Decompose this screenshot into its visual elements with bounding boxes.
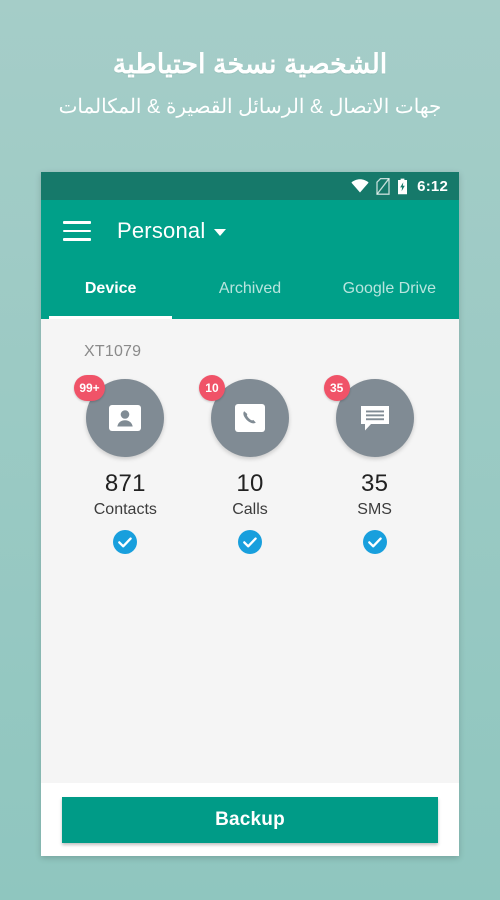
- backup-items-row: 99+ 871 Contacts 10 10 Calls 35 35 SMS: [41, 361, 459, 554]
- contacts-badge: 99+: [74, 375, 105, 401]
- tab-google-drive-label: Google Drive: [342, 279, 436, 297]
- calls-selected-check[interactable]: [237, 530, 262, 554]
- calls-count: 10: [236, 470, 264, 497]
- calls-badge: 10: [198, 375, 225, 401]
- checkmark-icon: [243, 536, 257, 547]
- tab-bar: Device Archived Google Drive: [41, 262, 459, 319]
- sms-selected-check[interactable]: [362, 530, 387, 554]
- promo-title: الشخصية نسخة احتياطية: [112, 49, 388, 79]
- backup-button[interactable]: Backup: [62, 796, 438, 843]
- backup-item-calls[interactable]: 10 10 Calls: [190, 375, 310, 554]
- contacts-circle-wrap: 99+: [74, 375, 165, 457]
- status-bar: 6:12: [41, 172, 459, 200]
- contacts-selected-check[interactable]: [113, 530, 138, 554]
- calls-label: Calls: [232, 501, 268, 518]
- content-area: XT1079 99+ 871 Contacts 10 10 Calls 35 3…: [41, 319, 459, 783]
- backup-item-contacts[interactable]: 99+ 871 Contacts: [65, 375, 185, 554]
- promo-subtitle: جهات الاتصال & الرسائل القصيرة & المكالم…: [58, 95, 442, 118]
- footer-bar: Backup: [41, 783, 459, 856]
- hamburger-menu-icon[interactable]: [63, 221, 91, 241]
- checkmark-icon: [118, 536, 133, 547]
- account-spinner[interactable]: Personal: [117, 218, 227, 244]
- app-bar: Personal: [41, 200, 459, 262]
- tab-device[interactable]: Device: [41, 262, 180, 319]
- contacts-label: Contacts: [93, 501, 157, 518]
- sms-circle-wrap: 35: [323, 375, 414, 457]
- backup-item-sms[interactable]: 35 35 SMS: [315, 375, 435, 554]
- wifi-icon: [351, 179, 369, 193]
- sms-count: 35: [360, 470, 389, 497]
- contacts-count: 871: [104, 470, 146, 497]
- device-model-name: XT1079: [84, 343, 142, 360]
- phone-icon: [234, 404, 265, 432]
- message-icon: [360, 406, 389, 431]
- status-bar-time: 6:12: [417, 177, 448, 195]
- contact-card-icon: [109, 405, 142, 431]
- sms-badge: 35: [323, 375, 350, 401]
- no-sim-icon: [376, 177, 390, 195]
- battery-charging-icon: [398, 178, 408, 194]
- phone-screenshot-card: 6:12 Personal Device Archived Google Dri…: [41, 172, 459, 856]
- sms-label: SMS: [357, 501, 392, 518]
- account-spinner-label: Personal: [117, 218, 206, 243]
- tab-google-drive[interactable]: Google Drive: [320, 262, 459, 319]
- promo-header: الشخصية نسخة احتياطية جهات الاتصال & الر…: [0, 0, 500, 120]
- tab-device-label: Device: [84, 279, 137, 297]
- calls-circle-wrap: 10: [198, 375, 289, 457]
- tab-archived[interactable]: Archived: [180, 262, 319, 319]
- tab-archived-label: Archived: [218, 279, 282, 297]
- checkmark-icon: [367, 536, 382, 547]
- caret-down-icon: [214, 229, 227, 236]
